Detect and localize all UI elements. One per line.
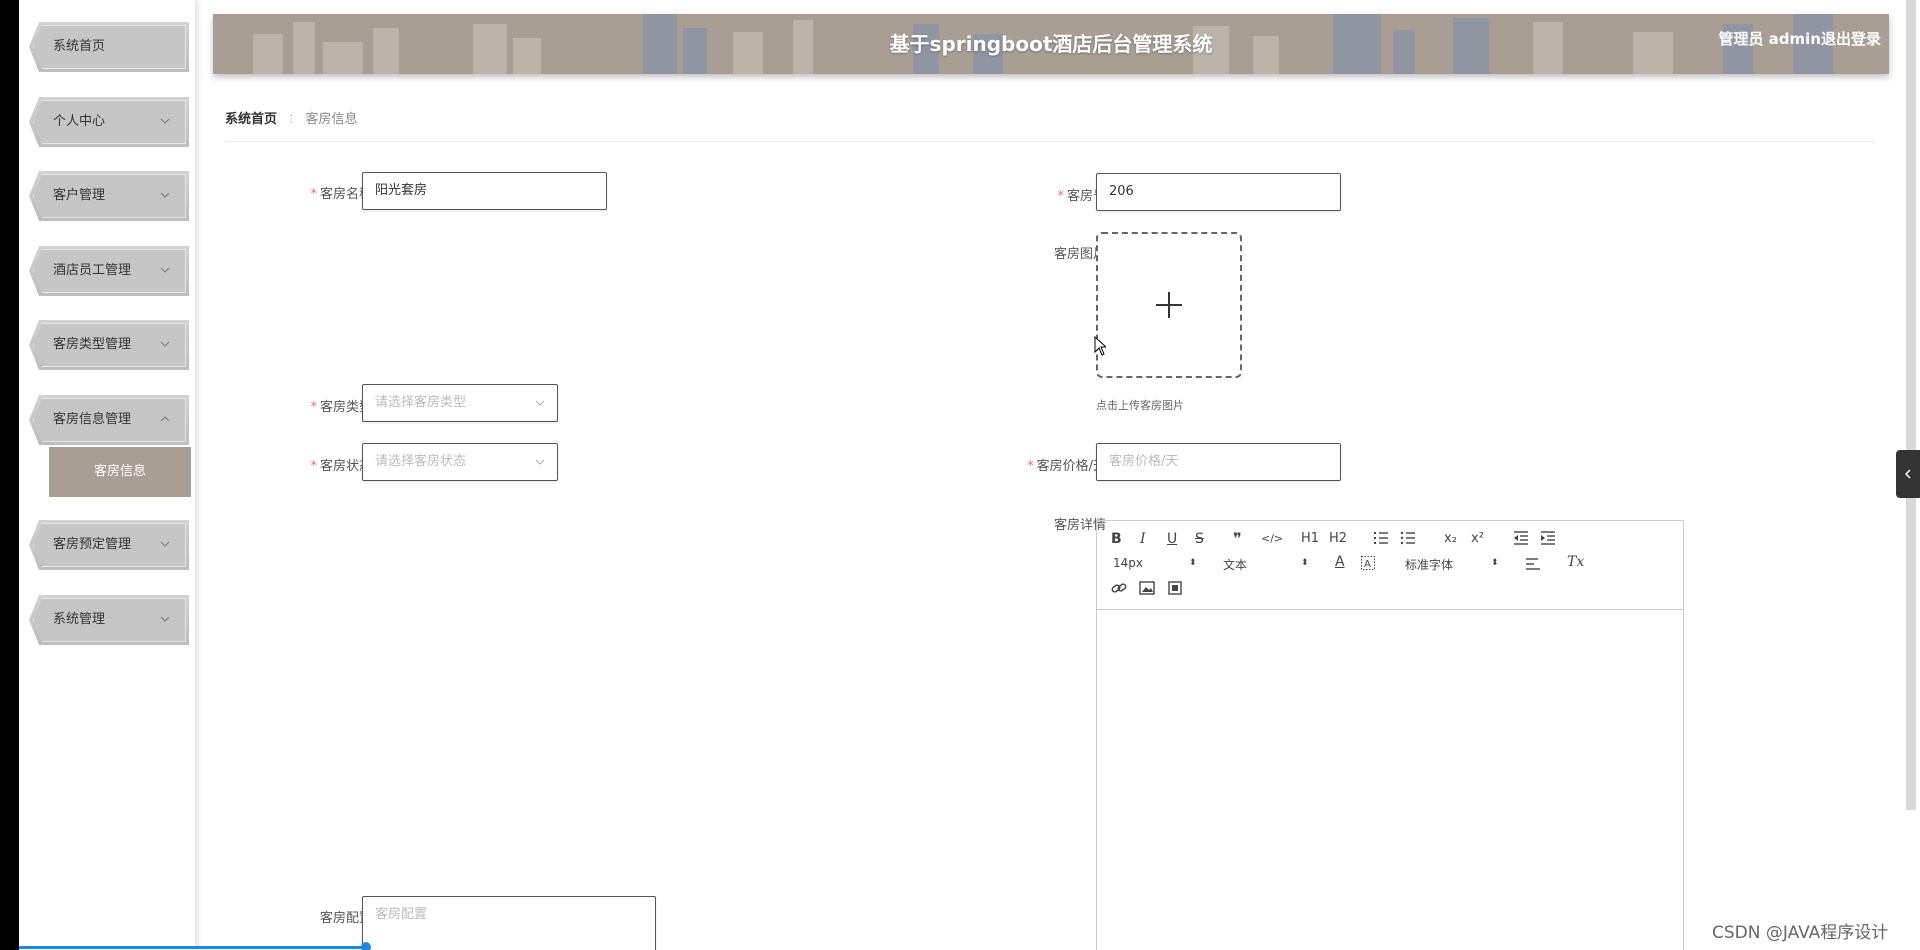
font-family-value: 标准字体 <box>1405 558 1454 572</box>
h2-button[interactable]: H2 <box>1329 531 1347 546</box>
sidebar-subitem-room-info[interactable]: 客房信息 <box>49 447 191 497</box>
top-header: 基于springboot酒店后台管理系统 管理员 admin 退出登录 <box>213 14 1889 74</box>
underline-button[interactable]: U <box>1167 531 1177 547</box>
room-name-label: * 客房名称 <box>310 187 372 202</box>
chevron-down-icon <box>160 616 170 622</box>
sidebar: 系统首页 个人中心 客户管理 酒店员工管理 客房类型管理 客房信息管理 客房信息 <box>19 0 195 950</box>
room-status-placeholder: 请选择客房状态 <box>375 454 467 469</box>
room-config-label: 客房配置 <box>319 911 372 926</box>
text-color-button[interactable]: A <box>1335 554 1345 570</box>
upload-tip: 点击上传客房图片 <box>1096 399 1184 412</box>
chevron-down-icon <box>160 118 170 124</box>
chevron-down-icon <box>160 541 170 547</box>
room-config-textarea[interactable]: 客房配置 <box>362 896 656 950</box>
room-name-input[interactable]: 阳光套房 <box>362 172 607 210</box>
room-status-select[interactable]: 请选择客房状态 <box>362 443 558 481</box>
clear-format-button[interactable]: Tx <box>1567 554 1584 570</box>
side-panel-toggle[interactable] <box>1896 450 1920 498</box>
h1-button[interactable]: H1 <box>1301 531 1319 546</box>
room-price-label: * 客房价格/天 <box>1027 459 1106 474</box>
breadcrumb-current: 客房信息 <box>305 112 358 127</box>
font-family-select[interactable]: 标准字体 ⬍ <box>1405 556 1499 573</box>
font-size-value: 14px <box>1113 556 1143 570</box>
font-size-select[interactable]: 14px ⬍ <box>1113 556 1197 570</box>
chevron-down-icon <box>160 267 170 273</box>
ordered-list-icon[interactable] <box>1373 531 1389 545</box>
room-image-upload[interactable] <box>1096 232 1242 378</box>
breadcrumb-divider <box>225 141 1875 142</box>
sidebar-item-room-type-management[interactable]: 客房类型管理 <box>29 320 189 370</box>
sidebar-item-label: 酒店员工管理 <box>53 263 132 278</box>
sidebar-item-label: 系统管理 <box>53 612 106 627</box>
outdent-icon[interactable] <box>1513 531 1529 545</box>
vertical-scrollbar[interactable] <box>1906 0 1916 810</box>
mouse-cursor-icon <box>1094 336 1106 356</box>
page-load-progress <box>19 946 367 949</box>
rich-text-editor: B I U S ❞ </> H1 H2 x₂ x² 14px ⬍ 文本 ⬍ A A … <box>1096 520 1684 950</box>
align-left-icon[interactable] <box>1525 557 1541 571</box>
background-color-icon[interactable]: A <box>1361 556 1375 570</box>
subscript-button[interactable]: x₂ <box>1444 531 1457 546</box>
room-status-label: * 客房状态 <box>310 459 372 474</box>
sidebar-item-personal-center[interactable]: 个人中心 <box>29 97 189 147</box>
chevron-down-icon <box>160 341 170 347</box>
sidebar-item-staff-management[interactable]: 酒店员工管理 <box>29 246 189 296</box>
link-icon[interactable] <box>1111 581 1127 595</box>
svg-text:A: A <box>1364 559 1371 570</box>
updown-icon: ⬍ <box>1189 558 1197 568</box>
app-window: 系统首页 个人中心 客户管理 酒店员工管理 客房类型管理 客房信息管理 客房信息 <box>19 0 1920 950</box>
bullet-list-icon[interactable] <box>1400 531 1416 545</box>
room-type-placeholder: 请选择客房类型 <box>375 395 467 410</box>
breadcrumb-separator: ⁝ <box>289 112 294 127</box>
bold-button[interactable]: B <box>1111 531 1122 547</box>
updown-icon: ⬍ <box>1491 558 1499 568</box>
breadcrumb: 系统首页 ⁝ 客房信息 <box>225 108 357 127</box>
code-block-button[interactable]: </> <box>1261 532 1283 545</box>
room-type-label: * 客房类型 <box>310 400 372 415</box>
strike-button[interactable]: S <box>1195 531 1204 547</box>
room-detail-label: 客房详情 <box>1053 518 1106 533</box>
plus-icon <box>1156 292 1182 318</box>
app-title: 基于springboot酒店后台管理系统 <box>889 32 1213 56</box>
updown-icon: ⬍ <box>1301 558 1309 568</box>
sidebar-item-label: 系统首页 <box>53 39 106 54</box>
current-user-label: 管理员 admin <box>1718 30 1821 48</box>
sidebar-item-label: 个人中心 <box>53 114 106 129</box>
chevron-down-icon <box>535 459 545 465</box>
sidebar-item-label: 客房信息管理 <box>53 412 132 427</box>
header-select-value: 文本 <box>1223 558 1248 572</box>
editor-toolbar: B I U S ❞ </> H1 H2 x₂ x² 14px ⬍ 文本 ⬍ A A … <box>1097 521 1683 610</box>
chevron-left-icon <box>1904 469 1911 479</box>
chevron-down-icon <box>160 192 170 198</box>
breadcrumb-home[interactable]: 系统首页 <box>225 112 277 127</box>
sidebar-item-system-management[interactable]: 系统管理 <box>29 595 189 645</box>
indent-icon[interactable] <box>1540 531 1556 545</box>
room-number-label: * 客房号 <box>1057 189 1106 204</box>
sidebar-item-room-info-management[interactable]: 客房信息管理 <box>29 395 189 445</box>
blockquote-button[interactable]: ❞ <box>1233 529 1242 548</box>
room-image-label: 客房图片 <box>1053 247 1106 262</box>
page-load-progress-handle <box>361 942 371 950</box>
image-icon[interactable] <box>1139 581 1155 595</box>
room-type-select[interactable]: 请选择客房类型 <box>362 384 558 422</box>
logout-link[interactable]: 退出登录 <box>1821 28 1881 49</box>
chevron-down-icon <box>535 400 545 406</box>
room-number-input[interactable]: 206 <box>1096 173 1341 211</box>
chevron-up-icon <box>160 416 170 422</box>
room-price-input[interactable]: 客房价格/天 <box>1096 443 1341 481</box>
italic-button[interactable]: I <box>1140 531 1146 547</box>
watermark: CSDN @JAVA程序设计 <box>1712 923 1889 943</box>
header-select[interactable]: 文本 ⬍ <box>1223 556 1309 573</box>
sidebar-item-label: 客户管理 <box>53 188 106 203</box>
sidebar-item-customer-management[interactable]: 客户管理 <box>29 171 189 221</box>
video-icon[interactable] <box>1167 581 1183 595</box>
superscript-button[interactable]: x² <box>1471 531 1484 546</box>
sidebar-item-room-booking-management[interactable]: 客房预定管理 <box>29 520 189 570</box>
sidebar-item-home[interactable]: 系统首页 <box>29 22 189 72</box>
sidebar-item-label: 客房预定管理 <box>53 537 132 552</box>
sidebar-item-label: 客房类型管理 <box>53 337 132 352</box>
